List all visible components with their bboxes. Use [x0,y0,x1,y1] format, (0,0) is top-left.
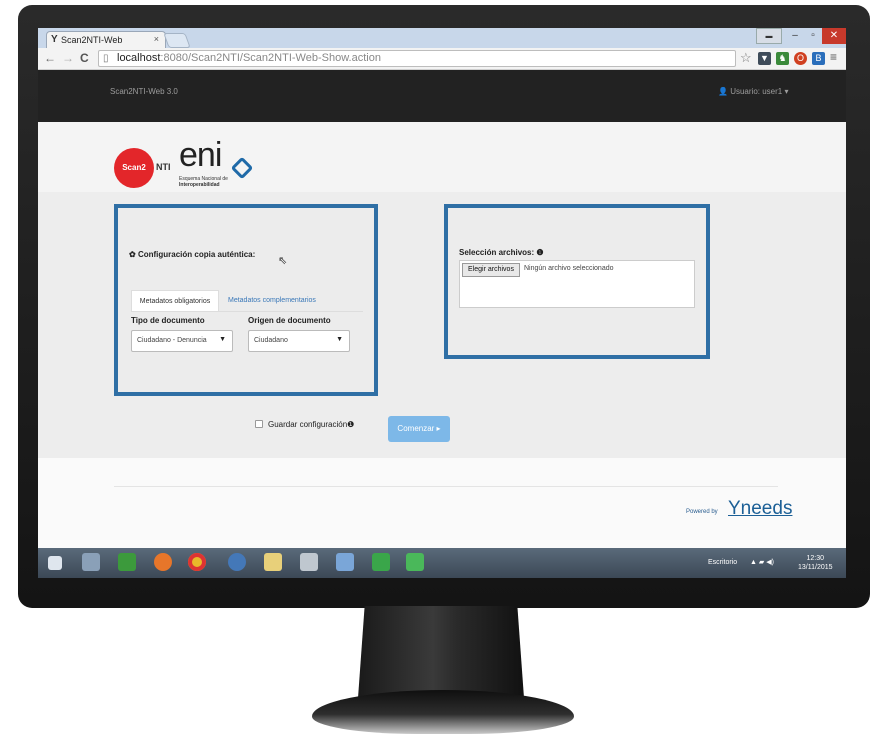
config-panel: ✿ Configuración copia auténtica: ⇖ Metad… [114,204,378,396]
tab-divider [131,311,363,312]
browser-address-row: ← → C ▯ localhost:8080/Scan2NTI/Scan2NTI… [38,48,846,70]
virtualbox-icon[interactable] [336,553,354,571]
file-explorer-icon[interactable] [82,553,100,571]
origen-documento-label: Origen de documento [248,316,331,325]
logo-header: Scan2 NTI eni Esquema Nacional de Interop… [38,122,846,192]
file-input-area[interactable]: Elegir archivos Ningún archivo seleccion… [459,260,695,308]
comenzar-button[interactable]: Comenzar ▸ [388,416,450,442]
tray-icons[interactable]: ▲ ▰ ◀) [750,558,774,566]
eni-diamond-icon [230,156,254,180]
pocket-extension-icon[interactable]: ▼ [758,52,771,65]
spreadsheet-icon[interactable] [118,553,136,571]
app-icon[interactable] [228,553,246,571]
browser-tab-bar: Y Scan2NTI-Web × ▬ – ▫ ✕ [38,28,846,48]
camtasia-recorder-icon[interactable] [406,553,424,571]
url-path: :8080/Scan2NTI/Scan2NTI-Web-Show.action [160,52,381,64]
tab-close-icon[interactable]: × [154,34,159,44]
close-window-icon[interactable]: ✕ [822,28,846,44]
folder-icon[interactable] [264,553,282,571]
clock-time: 12:30 [806,555,825,562]
app-navbar: Scan2NTI-Web 3.0 👤 Usuario: user1 ▾ [38,70,846,122]
chrome-icon[interactable] [188,553,206,571]
monitor-base [312,690,574,734]
tab-favicon-icon: Y [51,34,58,45]
page-icon: ▯ [103,53,109,64]
forward-icon[interactable]: → [62,51,74,65]
guardar-configuracion-checkbox[interactable] [255,420,263,428]
file-selection-title: Selección archivos: ❶ [459,248,544,257]
guardar-configuracion-label: Guardar configuración❶ [268,420,355,429]
user-profile-icon[interactable]: ▬ [756,28,782,44]
url-input[interactable]: ▯ localhost:8080/Scan2NTI/Scan2NTI-Web-S… [98,50,736,67]
firefox-icon[interactable] [154,553,172,571]
tipo-documento-value: Ciudadano - Denuncia [137,337,207,344]
tab-metadatos-obligatorios[interactable]: Metadatos obligatorios [131,290,219,312]
menu-icon[interactable]: ≡ [830,50,837,64]
file-selection-panel: Selección archivos: ❶ Elegir archivos Ni… [444,204,710,359]
camtasia-icon[interactable] [372,553,390,571]
browser-tab[interactable]: Y Scan2NTI-Web × [46,31,166,48]
page-footer [38,458,846,548]
footer-divider [114,486,778,487]
extension-icon[interactable]: B [812,52,825,65]
new-tab-button[interactable] [163,33,191,48]
clock[interactable]: 12:30 13/11/2015 [798,554,833,572]
info-icon[interactable]: ❶ [536,248,543,257]
opera-extension-icon[interactable]: O [794,52,807,65]
origen-documento-select[interactable]: Ciudadano ▼ [248,330,350,352]
windows-taskbar: Escritorio ▲ ▰ ◀) 12:30 13/11/2015 [38,548,846,578]
tab-title: Scan2NTI-Web [61,35,123,45]
scan2nti-logo: Scan2 [114,148,154,188]
tipo-documento-label: Tipo de documento [131,316,205,325]
eni-logo-subtitle: Esquema Nacional de Interoperabilidad [179,176,228,188]
origen-documento-value: Ciudadano [254,337,288,344]
yneeds-logo[interactable]: Yneeds [728,498,792,520]
choose-files-button[interactable]: Elegir archivos [462,263,520,277]
tipo-documento-select[interactable]: Ciudadano - Denuncia ▼ [131,330,233,352]
user-icon: 👤 [718,87,728,96]
bookmark-star-icon[interactable]: ☆ [740,50,752,66]
evernote-extension-icon[interactable]: ♞ [776,52,789,65]
user-menu-label: Usuario: user1 ▾ [730,87,789,96]
back-icon[interactable]: ← [44,51,56,65]
chevron-down-icon: ▼ [219,336,226,343]
app-brand-link[interactable]: Scan2NTI-Web 3.0 [110,87,178,96]
info-icon[interactable]: ❶ [347,420,354,429]
gear-icon: ✿ [129,250,136,259]
chevron-down-icon: ▼ [336,336,343,343]
clock-date: 13/11/2015 [798,564,833,571]
config-title: ✿ Configuración copia auténtica: [129,250,256,259]
eni-logo: eni [179,136,222,174]
tab-metadatos-complementarios[interactable]: Metadatos complementarios [228,290,316,312]
scan2nti-logo-suffix: NTI [156,162,171,172]
escritorio-label[interactable]: Escritorio [708,559,737,566]
scanner-icon[interactable] [300,553,318,571]
monitor-stand [358,606,524,698]
file-status-text: Ningún archivo seleccionado [524,265,614,272]
user-menu[interactable]: 👤 Usuario: user1 ▾ [718,87,788,96]
start-button-icon[interactable] [48,556,62,570]
screen: Y Scan2NTI-Web × ▬ – ▫ ✕ ← → C ▯ localho… [38,28,846,578]
powered-by-label: Powered by [686,509,718,515]
maximize-icon[interactable]: ▫ [804,28,822,44]
reload-icon[interactable]: C [80,51,89,65]
url-host: localhost [117,52,161,64]
mouse-cursor-icon: ⇖ [278,255,288,267]
minimize-icon[interactable]: – [786,28,804,44]
